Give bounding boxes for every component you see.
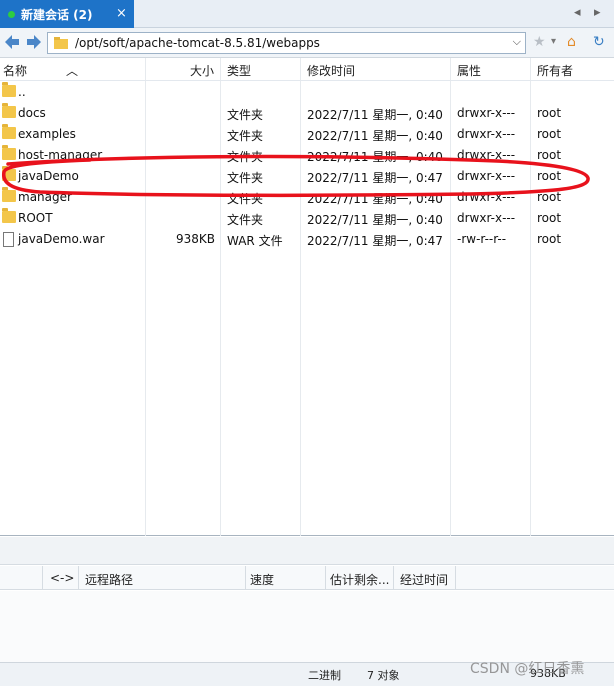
transfer-list[interactable] <box>0 591 614 662</box>
file-attributes: drwxr-x--- <box>457 169 516 183</box>
bookmark-dropdown-icon[interactable]: ▾ <box>551 34 556 50</box>
object-count-status: 7 对象 <box>367 669 400 682</box>
home-folder-icon[interactable]: ⌂ <box>567 34 576 50</box>
folder-icon <box>2 166 16 181</box>
file-type: 文件夹 <box>227 108 264 122</box>
file-modified: 2022/7/11 星期一, 0:40 <box>307 150 443 164</box>
list-item[interactable]: javaDemo 文件夹 2022/7/11 星期一, 0:47 drwxr-x… <box>0 166 614 187</box>
file-type: 文件夹 <box>227 213 264 227</box>
transfer-header-row: <-> 远程路径 速度 估计剩余... 经过时间 <box>0 566 614 590</box>
column-divider <box>78 566 79 590</box>
file-attributes: drwxr-x--- <box>457 106 516 120</box>
transfer-mode-status: 二进制 <box>308 669 341 682</box>
address-toolbar: /opt/soft/apache-tomcat-8.5.81/webapps ⌵… <box>0 28 614 58</box>
column-header-attributes[interactable]: 属性 <box>457 62 481 79</box>
column-divider <box>325 566 326 590</box>
list-item[interactable]: manager 文件夹 2022/7/11 星期一, 0:40 drwxr-x-… <box>0 187 614 208</box>
file-owner: root <box>537 190 562 204</box>
transfer-remote-path-header[interactable]: 远程路径 <box>85 571 133 588</box>
file-modified: 2022/7/11 星期一, 0:47 <box>307 171 443 185</box>
file-owner: root <box>537 169 562 183</box>
file-type: 文件夹 <box>227 150 264 164</box>
file-owner: root <box>537 232 562 246</box>
column-divider <box>42 566 43 590</box>
column-header-name[interactable]: 名称 <box>3 62 27 79</box>
file-icon <box>3 232 14 247</box>
file-type: 文件夹 <box>227 171 264 185</box>
file-owner: root <box>537 211 562 225</box>
tab-scroll-left-icon[interactable]: ◂ <box>574 5 581 20</box>
transfer-panel: <-> 远程路径 速度 估计剩余... 经过时间 <box>0 537 614 662</box>
column-header-modified[interactable]: 修改时间 <box>307 62 355 79</box>
transfer-toolbar <box>0 537 614 565</box>
folder-icon <box>2 208 16 223</box>
tab-strip: 新建会话 (2) × ◂ ▸ <box>0 0 614 28</box>
file-name: javaDemo <box>18 169 79 183</box>
list-item[interactable]: javaDemo.war 938KB WAR 文件 2022/7/11 星期一,… <box>0 229 614 250</box>
refresh-icon[interactable]: ↻ <box>593 34 605 50</box>
session-tab-title: 新建会话 (2) <box>21 7 93 22</box>
sort-ascending-icon: ︿ <box>66 64 79 78</box>
file-attributes: drwxr-x--- <box>457 127 516 141</box>
file-owner: root <box>537 127 562 141</box>
list-item[interactable]: ROOT 文件夹 2022/7/11 星期一, 0:40 drwxr-x--- … <box>0 208 614 229</box>
bookmark-star-icon[interactable]: ★ <box>533 34 546 50</box>
file-name: docs <box>18 106 46 120</box>
file-attributes: drwxr-x--- <box>457 190 516 204</box>
folder-icon <box>2 145 16 160</box>
file-type: WAR 文件 <box>227 234 283 248</box>
list-item[interactable]: docs 文件夹 2022/7/11 星期一, 0:40 drwxr-x--- … <box>0 103 614 124</box>
file-type: 文件夹 <box>227 192 264 206</box>
file-owner: root <box>537 148 562 162</box>
list-item[interactable]: host-manager 文件夹 2022/7/11 星期一, 0:40 drw… <box>0 145 614 166</box>
close-tab-icon[interactable]: × <box>116 7 127 20</box>
file-modified: 2022/7/11 星期一, 0:40 <box>307 192 443 206</box>
file-name: examples <box>18 127 76 141</box>
file-size: 938KB <box>176 232 216 246</box>
file-name: manager <box>18 190 72 204</box>
remote-path-text: /opt/soft/apache-tomcat-8.5.81/webapps <box>75 36 320 50</box>
transfer-direction-header[interactable]: <-> <box>50 571 74 585</box>
folder-icon <box>54 37 68 49</box>
file-type: 文件夹 <box>227 129 264 143</box>
folder-icon <box>2 82 16 97</box>
column-divider <box>393 566 394 590</box>
file-owner: root <box>537 106 562 120</box>
file-modified: 2022/7/11 星期一, 0:40 <box>307 129 443 143</box>
column-header-type[interactable]: 类型 <box>227 62 251 79</box>
column-divider <box>245 566 246 590</box>
connected-status-icon <box>8 10 15 18</box>
file-name: javaDemo.war <box>18 232 105 246</box>
column-header-owner[interactable]: 所有者 <box>537 62 573 79</box>
file-attributes: drwxr-x--- <box>457 211 516 225</box>
file-attributes: -rw-r--r-- <box>457 232 507 246</box>
folder-icon <box>2 124 16 139</box>
file-name: ROOT <box>18 211 53 225</box>
transfer-elapsed-header[interactable]: 经过时间 <box>400 571 448 588</box>
file-name: .. <box>18 85 26 99</box>
transfer-eta-header[interactable]: 估计剩余... <box>330 571 389 588</box>
list-item[interactable]: examples 文件夹 2022/7/11 星期一, 0:40 drwxr-x… <box>0 124 614 145</box>
file-name: host-manager <box>18 148 103 162</box>
session-tab[interactable]: 新建会话 (2) × <box>0 0 134 28</box>
file-attributes: drwxr-x--- <box>457 148 516 162</box>
csdn-watermark: CSDN @红日香熏 <box>470 661 585 677</box>
file-modified: 2022/7/11 星期一, 0:40 <box>307 108 443 122</box>
folder-icon <box>2 187 16 202</box>
file-list[interactable]: ︿ 名称 大小 类型 修改时间 属性 所有者 .. docs 文件夹 2022/… <box>0 58 614 536</box>
tab-scroll-right-icon[interactable]: ▸ <box>594 5 601 20</box>
column-header-row: ︿ 名称 大小 类型 修改时间 属性 所有者 <box>0 58 614 81</box>
column-divider <box>455 566 456 590</box>
remote-path-input[interactable]: /opt/soft/apache-tomcat-8.5.81/webapps ⌵ <box>47 32 526 54</box>
forward-arrow-icon[interactable] <box>24 32 44 52</box>
file-modified: 2022/7/11 星期一, 0:47 <box>307 234 443 248</box>
list-item[interactable]: .. <box>0 82 614 103</box>
back-arrow-icon[interactable] <box>2 32 22 52</box>
path-dropdown-icon[interactable]: ⌵ <box>513 35 521 49</box>
file-modified: 2022/7/11 星期一, 0:40 <box>307 213 443 227</box>
transfer-speed-header[interactable]: 速度 <box>250 571 274 588</box>
column-header-size[interactable]: 大小 <box>190 62 214 79</box>
folder-icon <box>2 103 16 118</box>
